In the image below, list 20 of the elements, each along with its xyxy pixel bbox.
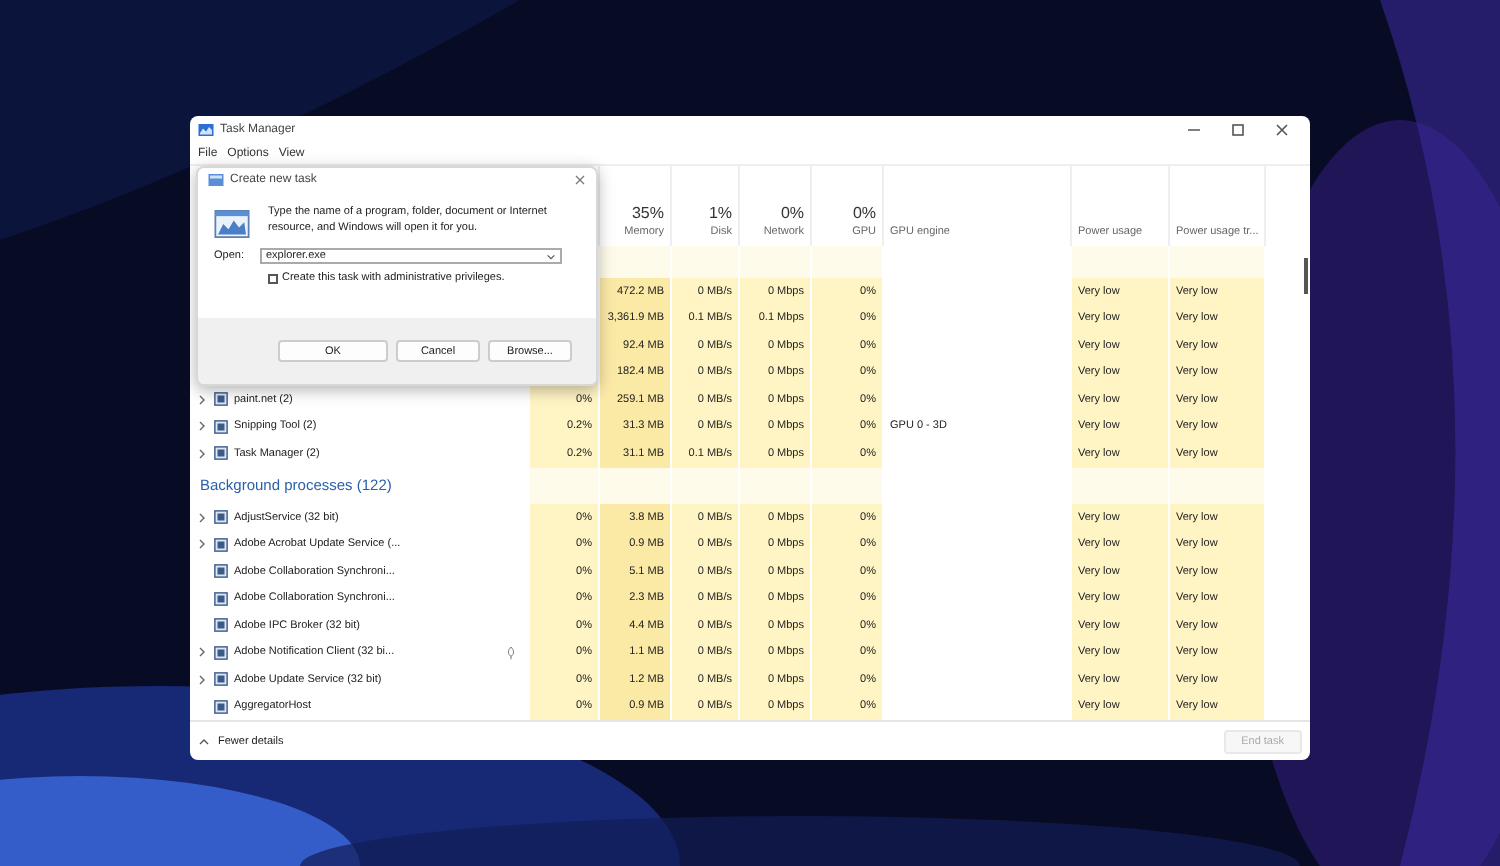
close-icon[interactable] [572, 172, 588, 188]
run-window-icon [214, 210, 250, 238]
column-usage: 0% [852, 204, 876, 222]
maximize-icon[interactable] [1228, 120, 1248, 140]
close-icon[interactable] [1272, 120, 1292, 140]
column-usage: 1% [708, 204, 732, 222]
column-usage: 35% [631, 204, 664, 222]
admin-checkbox[interactable] [268, 273, 278, 283]
run-icon [208, 174, 224, 186]
expand-chevron-icon[interactable] [196, 511, 208, 524]
expand-chevron-icon[interactable] [196, 393, 208, 406]
expand-chevron-icon[interactable] [196, 646, 208, 659]
column-usage: 0% [780, 204, 804, 222]
expand-chevron-icon[interactable] [196, 447, 208, 460]
scrollbar-thumb[interactable] [1304, 258, 1307, 294]
expand-chevron-icon[interactable] [196, 673, 208, 686]
chart-icon [198, 124, 214, 136]
caret-up-icon[interactable] [198, 735, 210, 747]
expand-chevron-icon[interactable] [196, 538, 208, 551]
expand-chevron-icon[interactable] [196, 420, 208, 433]
